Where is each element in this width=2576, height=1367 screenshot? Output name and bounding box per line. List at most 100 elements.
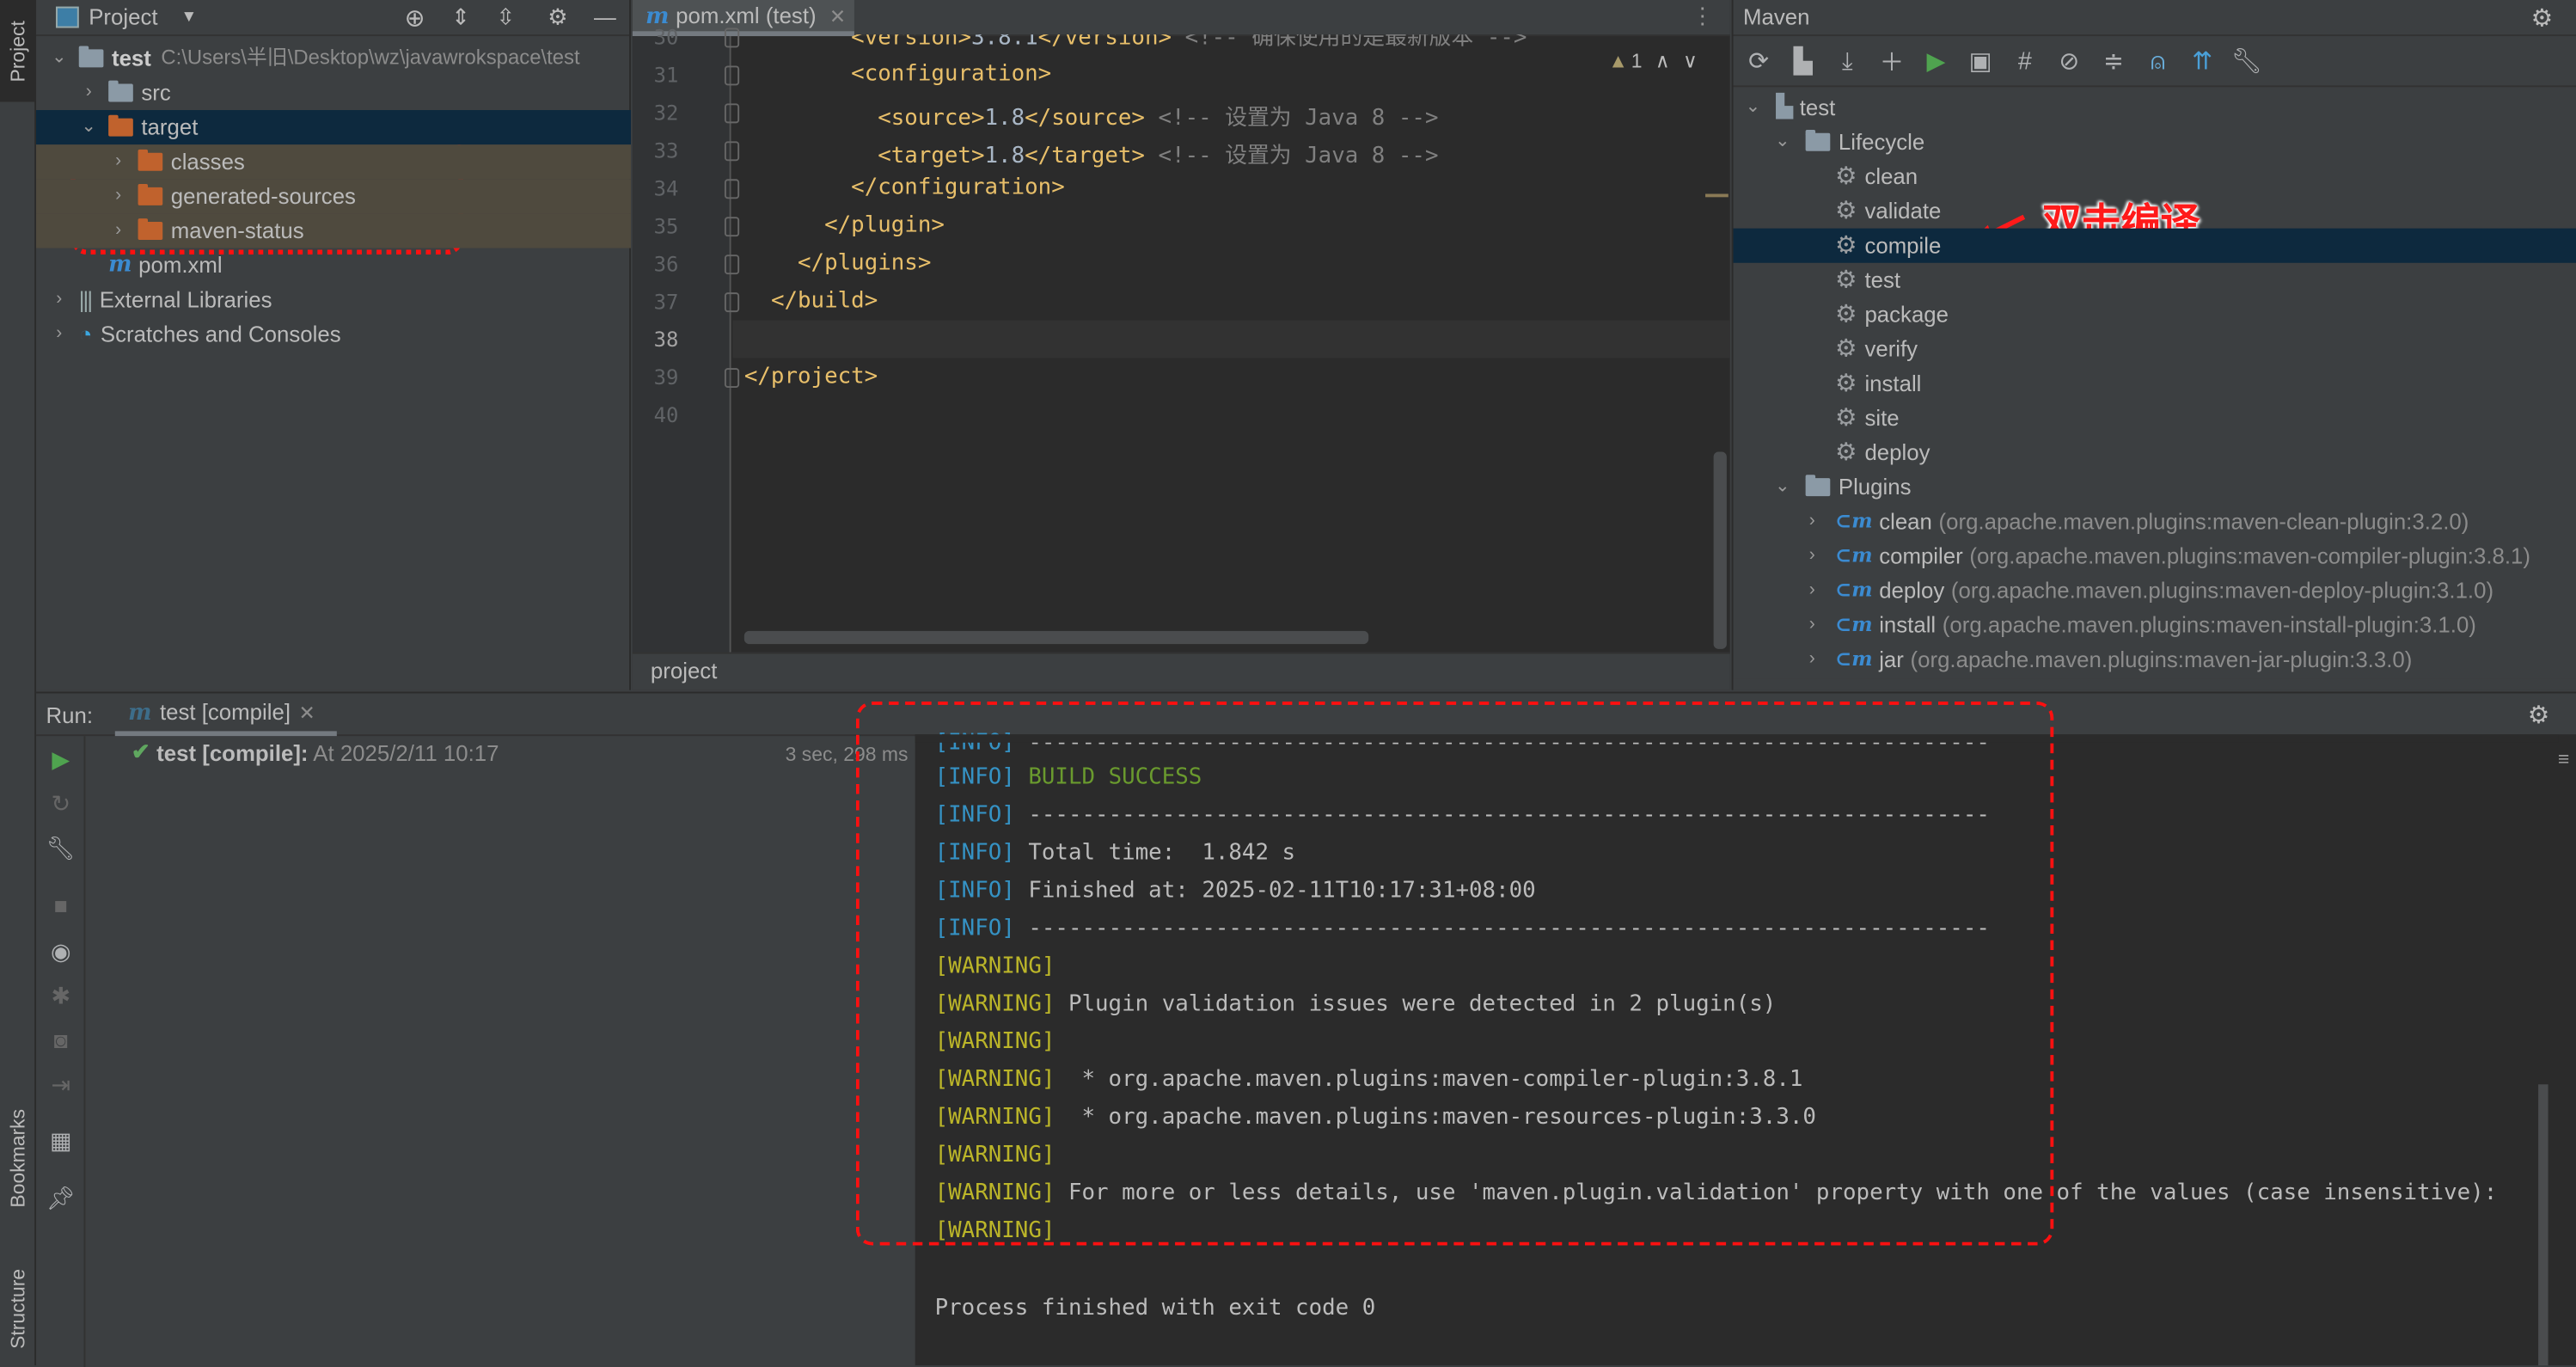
maven-tree-item[interactable]: ⚙ verify xyxy=(1734,332,2576,366)
project-tree-item[interactable]: › generated-sources xyxy=(36,179,631,214)
project-tree-item[interactable]: › ||| External Libraries xyxy=(36,283,631,317)
close-icon[interactable]: ✕ xyxy=(299,701,315,724)
fold-marker-icon[interactable] xyxy=(724,292,740,313)
import-icon[interactable]: ⇥ xyxy=(43,1071,79,1099)
collapse-icon[interactable]: ≑ xyxy=(2091,46,2136,75)
maven-tree-item[interactable]: › ⊂m clean (org.apache.maven.plugins:maven-… xyxy=(1734,505,2576,539)
run-tree-item[interactable]: ✔ test [compile]: At 2025/2/11 10:17 xyxy=(132,739,499,766)
reload-folder-icon[interactable]: ▙ xyxy=(1781,46,1826,75)
project-tree-item[interactable]: › classes xyxy=(36,144,631,180)
fold-marker-icon[interactable] xyxy=(724,28,740,48)
eye-icon[interactable]: ◉ xyxy=(43,938,79,965)
maven-tree-item[interactable]: ⚙ validate xyxy=(1734,193,2576,228)
run-config-icon[interactable]: ▣ xyxy=(1958,46,2003,75)
fold-marker-icon[interactable] xyxy=(724,103,740,124)
project-tree-item[interactable]: m pom.xml xyxy=(36,248,631,283)
project-tool-tab[interactable]: Project xyxy=(0,0,37,102)
maven-tree-item[interactable]: › ⊂m install (org.apache.maven.plugins:mave… xyxy=(1734,608,2576,642)
maven-tree-item[interactable]: ⚙ package xyxy=(1734,297,2576,332)
expand-all-icon[interactable]: ⇕ xyxy=(451,4,470,31)
console-scrollbar[interactable] xyxy=(2538,1084,2548,1366)
breadcrumb-item[interactable]: project xyxy=(651,659,717,684)
run-tab[interactable]: m test [compile] ✕ xyxy=(114,693,337,737)
structure-tab-label: Structure xyxy=(6,1268,30,1349)
vertical-scrollbar[interactable] xyxy=(1713,451,1727,649)
maven-tree-item[interactable]: ⚙ test xyxy=(1734,263,2576,297)
chevron-right-icon[interactable]: › xyxy=(108,213,128,248)
skip-tests-icon[interactable]: ⊘ xyxy=(2047,46,2092,75)
gear-icon[interactable]: ⚙ xyxy=(548,4,567,31)
maven-tree-item[interactable]: ⚙ site xyxy=(1734,401,2576,435)
chevron-down-icon[interactable]: ⌄ xyxy=(1743,90,1763,125)
show-dependencies-icon[interactable]: ⇈ xyxy=(2180,46,2224,75)
chevron-right-icon[interactable]: › xyxy=(1802,505,1822,539)
project-tree-item[interactable]: › maven-status xyxy=(36,213,631,248)
download-icon[interactable]: ⤓ xyxy=(1826,46,1870,74)
chevron-down-icon[interactable]: ⌄ xyxy=(49,41,69,76)
fold-marker-icon[interactable] xyxy=(724,179,740,199)
chevron-right-icon[interactable]: › xyxy=(79,76,99,110)
fold-marker-icon[interactable] xyxy=(724,368,740,388)
chevron-right-icon[interactable]: › xyxy=(49,317,69,352)
wrench-icon[interactable]: 🔧︎ xyxy=(2224,46,2269,75)
maven-tree-item[interactable]: ⚙ compile xyxy=(1733,228,2576,263)
maven-tree-item[interactable]: › ⊂m compiler (org.apache.maven.plugins:mav… xyxy=(1734,539,2576,573)
wrench-icon[interactable]: 🔧︎ xyxy=(43,835,79,862)
chevron-right-icon[interactable]: › xyxy=(1802,642,1822,677)
maven-item-label: jar xyxy=(1879,647,1904,672)
chevron-right-icon[interactable]: › xyxy=(1802,608,1822,642)
chevron-down-icon[interactable]: ▼ xyxy=(181,9,197,27)
collapse-all-icon[interactable]: ⇳ xyxy=(496,4,515,31)
maven-tree-item[interactable]: ⌄ Plugins xyxy=(1734,470,2576,505)
fold-marker-icon[interactable] xyxy=(724,254,740,275)
chevron-right-icon[interactable]: › xyxy=(108,179,128,213)
project-tree-item[interactable]: › ◔ Scratches and Consoles xyxy=(36,317,631,352)
maven-tree-item[interactable]: ⌄ Lifecycle xyxy=(1734,125,2576,159)
rerun-icon[interactable]: ▶ xyxy=(43,746,79,774)
project-view-selector[interactable]: Project xyxy=(89,5,157,30)
gear-icon[interactable]: ⚙ xyxy=(2531,3,2554,32)
structure-tool-tab[interactable]: Structure xyxy=(0,1252,36,1365)
chevron-down-icon[interactable]: ⌄ xyxy=(1772,125,1792,159)
maven-tree-item[interactable]: ⌄ ▙ test xyxy=(1734,90,2576,125)
maven-tree-item[interactable]: ⚙ clean xyxy=(1734,159,2576,193)
chevron-down-icon[interactable]: ⌄ xyxy=(79,110,99,144)
project-tree-item[interactable]: ⌄ test C:\Users\半旧\Desktop\wz\javawrokspac… xyxy=(36,41,631,76)
next-highlight-icon[interactable]: ∨ xyxy=(1683,49,1698,72)
rerun-failed-icon[interactable]: ↻ xyxy=(43,790,79,818)
soft-wrap-icon[interactable]: ≡ xyxy=(2558,748,2569,771)
chevron-down-icon[interactable]: ⌄ xyxy=(1772,470,1792,505)
layout-icon[interactable]: ▦ xyxy=(43,1127,79,1155)
chevron-right-icon[interactable]: › xyxy=(1802,539,1822,573)
toggle-offline-icon[interactable]: # xyxy=(2003,46,2047,74)
chevron-right-icon[interactable]: › xyxy=(1802,573,1822,608)
previous-highlight-icon[interactable]: ∧ xyxy=(1655,49,1670,72)
maven-tree-item[interactable]: › ⊂m jar (org.apache.maven.plugins:maven-ja… xyxy=(1734,642,2576,677)
hide-icon[interactable]: — xyxy=(594,5,616,30)
fold-marker-icon[interactable] xyxy=(724,141,740,162)
chevron-right-icon[interactable]: › xyxy=(49,283,69,317)
reload-icon[interactable]: ⟳ xyxy=(1736,46,1781,75)
pin-icon[interactable]: 📌︎ xyxy=(43,1185,79,1212)
project-tree-item[interactable]: ⌄ target xyxy=(36,110,631,145)
run-icon[interactable]: ▶ xyxy=(1914,46,1959,75)
more-options-icon[interactable]: ⋮ xyxy=(1692,3,1714,30)
project-tree-item[interactable]: › src xyxy=(36,76,631,110)
analyze-dependencies-icon[interactable]: ⍝ xyxy=(2136,46,2181,74)
gear-icon[interactable]: ⚙ xyxy=(2528,700,2550,729)
fold-marker-icon[interactable] xyxy=(724,65,740,86)
maven-tree-item[interactable]: › ⊂m deploy (org.apache.maven.plugins:maven… xyxy=(1734,573,2576,608)
stop-icon[interactable]: ■ xyxy=(43,892,79,919)
add-icon[interactable]: ＋ xyxy=(1869,44,1914,78)
inspection-widget[interactable]: ▲ 1 ∧ ∨ xyxy=(1608,49,1698,72)
maven-tree-item[interactable]: ⚙ install xyxy=(1734,366,2576,401)
locate-icon[interactable]: ⊕ xyxy=(405,3,425,32)
camera-icon[interactable]: ◙ xyxy=(43,1027,79,1053)
horizontal-scrollbar[interactable] xyxy=(743,630,1369,645)
maven-tree-item[interactable]: ⚙ deploy xyxy=(1734,435,2576,469)
chevron-right-icon[interactable]: › xyxy=(108,144,128,179)
fold-marker-icon[interactable] xyxy=(724,217,740,237)
close-icon[interactable]: ✕ xyxy=(829,4,846,28)
bookmarks-tool-tab[interactable]: Bookmarks xyxy=(0,1084,36,1232)
debug-icon[interactable]: ✱ xyxy=(43,983,79,1010)
